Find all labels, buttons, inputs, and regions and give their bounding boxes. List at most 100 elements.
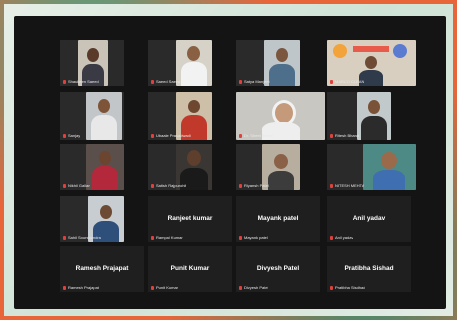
video-feed	[86, 144, 124, 190]
participant-display-name: Anil yadav	[352, 214, 386, 222]
participant-name: Ritesh Bharat	[335, 133, 360, 138]
participant-name-tag: Divyesh Patel	[239, 285, 268, 290]
participant-tile[interactable]: Nikhil Gallan	[60, 144, 124, 190]
participant-tile[interactable]: Pratibha Sishad Pratibha Sisdhad	[327, 246, 411, 292]
participant-tile[interactable]: Ranjeet kumar Rampal Kumar	[148, 196, 232, 242]
mic-muted-icon	[330, 235, 333, 240]
participant-display-name: Mayank patel	[257, 214, 299, 222]
participant-face	[100, 205, 112, 219]
participant-name: NITESH MEHTA	[335, 183, 365, 188]
banner-logo	[333, 44, 347, 58]
participant-face	[368, 100, 380, 114]
participant-name: Pratibha Sisdhad	[335, 285, 366, 290]
participant-face	[365, 56, 377, 69]
mic-muted-icon	[239, 133, 242, 138]
participant-name: Shaukeen Saeed	[68, 79, 99, 84]
mic-muted-icon	[63, 133, 66, 138]
participant-name-tag: Dr. Sheet Rasmi	[239, 133, 273, 138]
participant-name-tag: Saeed Saeed	[151, 79, 180, 84]
mic-muted-icon	[330, 133, 333, 138]
mic-muted-icon	[63, 235, 66, 240]
participant-name-tag: Satish Rajpurohit	[151, 183, 186, 188]
participant-face	[99, 151, 111, 165]
meeting-window: Shaukeen Saeed Saeed Saeed Satya Manjeet…	[14, 16, 446, 309]
participant-tile[interactable]: Punit Kumar Punit Kumar	[148, 246, 232, 292]
video-feed	[86, 92, 122, 140]
participant-body	[92, 166, 118, 190]
participant-display-name: Ramesh Prajapat	[75, 264, 129, 272]
participant-tile[interactable]: Riyansh Patel	[236, 144, 300, 190]
participant-name: Rampal Kumar	[156, 235, 183, 240]
participant-name-tag: Nikhil Gallan	[63, 183, 90, 188]
participant-body	[361, 116, 387, 140]
participant-tile[interactable]: Satish Rajpurohit	[148, 144, 212, 190]
participant-tile[interactable]: Shaukeen Saeed	[60, 40, 124, 86]
participant-face	[274, 154, 288, 169]
participant-tile[interactable]: Mayank patel Mayank patel	[236, 196, 320, 242]
video-feed	[357, 92, 391, 140]
participant-face	[276, 48, 288, 62]
participant-tile[interactable]: NITESH MEHTA	[327, 144, 416, 190]
mic-muted-icon	[239, 285, 242, 290]
participant-name-tag: NITESH MEHTA	[330, 183, 364, 188]
mic-muted-icon	[151, 133, 154, 138]
participant-name: Divyesh Patel	[244, 285, 269, 290]
participant-display-name: Divyesh Patel	[256, 264, 300, 272]
participant-name: MARCO CLEAN	[335, 79, 365, 84]
mic-muted-icon	[63, 79, 66, 84]
mic-muted-icon	[63, 285, 66, 290]
participant-body	[373, 170, 405, 190]
mic-muted-icon	[330, 183, 333, 188]
participant-tile[interactable]: Ubaale Prasadwadi	[148, 92, 212, 140]
participant-tile[interactable]: Sanjay	[60, 92, 124, 140]
participant-name: Ramesh Prajapat	[68, 285, 99, 290]
mic-muted-icon	[151, 183, 154, 188]
participant-name-tag: Shaukeen Saeed	[63, 79, 99, 84]
participant-tile[interactable]: Anil yadav Anil yadav	[327, 196, 411, 242]
participant-name: Anil yadav	[335, 235, 354, 240]
mic-muted-icon	[151, 285, 154, 290]
participant-name: Punit Kumar	[156, 285, 179, 290]
participant-tile[interactable]: Saeed Saeed	[148, 40, 212, 86]
mic-muted-icon	[330, 79, 333, 84]
participant-name: Dr. Sheet Rasmi	[244, 133, 274, 138]
participant-name: Nikhil Gallan	[68, 183, 91, 188]
participant-name: Ubaale Prasadwadi	[156, 133, 191, 138]
participant-face	[187, 46, 200, 61]
participant-tile[interactable]: Dr. Sheet Rasmi	[236, 92, 325, 140]
participant-display-name: Punit Kumar	[170, 264, 210, 272]
participant-name: Riyansh Patel	[244, 183, 269, 188]
participant-name: Satish Rajpurohit	[156, 183, 187, 188]
participant-face	[87, 48, 99, 62]
participant-tile[interactable]: Ramesh Prajapat Ramesh Prajapat	[60, 246, 144, 292]
mic-muted-icon	[330, 285, 333, 290]
participant-name-tag: Mayank patel	[239, 235, 268, 240]
participant-name: Satya Manjeet	[244, 79, 270, 84]
participant-tile[interactable]: Satya Manjeet	[236, 40, 300, 86]
participant-name-tag: Ritesh Bharat	[330, 133, 359, 138]
participant-name-tag: Riyansh Patel	[239, 183, 269, 188]
participant-name: Mayank patel	[244, 235, 268, 240]
participant-name-tag: Sahil Soursoondra	[63, 235, 101, 240]
participant-body	[268, 171, 294, 190]
mic-muted-icon	[63, 183, 66, 188]
participant-face	[188, 100, 200, 113]
banner-logo	[393, 44, 407, 58]
participant-tile[interactable]: Divyesh Patel Divyesh Patel	[236, 246, 320, 292]
participant-tile[interactable]: Sahil Soursoondra	[60, 196, 124, 242]
participant-name-tag: Satya Manjeet	[239, 79, 270, 84]
participant-tile[interactable]: MARCO CLEAN	[327, 40, 416, 86]
video-feed	[363, 144, 416, 190]
video-feed	[176, 40, 212, 86]
mic-muted-icon	[239, 79, 242, 84]
participant-body	[269, 64, 295, 86]
participant-name-tag: Rampal Kumar	[151, 235, 183, 240]
participant-name-tag: Pratibha Sisdhad	[330, 285, 365, 290]
participant-face	[98, 99, 110, 113]
participant-name-tag: Ramesh Prajapat	[63, 285, 99, 290]
participant-display-name: Pratibha Sishad	[344, 264, 394, 272]
participant-name-tag: Punit Kumar	[151, 285, 178, 290]
participant-tile[interactable]: Ritesh Bharat	[327, 92, 391, 140]
participant-name: Sanjay	[68, 133, 81, 138]
participant-body	[181, 62, 207, 86]
